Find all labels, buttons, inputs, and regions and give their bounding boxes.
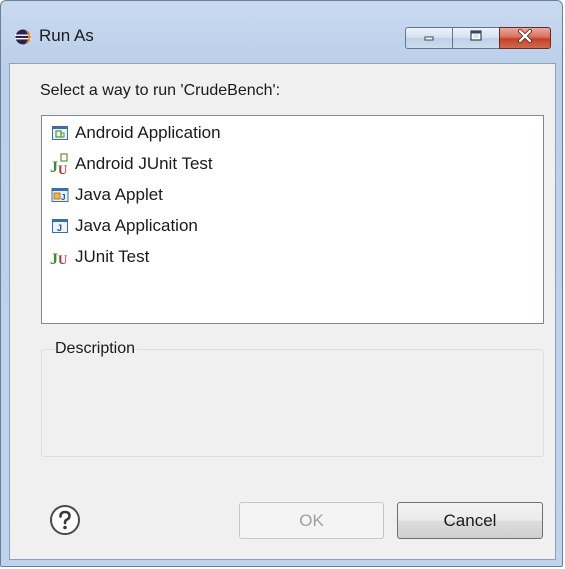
svg-text:J: J bbox=[57, 223, 62, 233]
eclipse-icon bbox=[15, 29, 31, 45]
list-item-label: Android Application bbox=[75, 123, 221, 142]
list-item-java-applet[interactable]: J Java Applet bbox=[50, 182, 163, 208]
cancel-button[interactable]: Cancel bbox=[397, 502, 543, 539]
svg-text:J: J bbox=[61, 193, 65, 202]
launch-type-list[interactable]: Android Application J U Android JUnit Te… bbox=[41, 115, 544, 324]
android-junit-icon: J U bbox=[50, 153, 70, 175]
android-application-icon bbox=[50, 123, 70, 143]
close-button[interactable] bbox=[499, 27, 551, 49]
java-applet-icon: J bbox=[50, 185, 70, 205]
minimize-button[interactable] bbox=[405, 27, 453, 49]
description-label: Description bbox=[55, 340, 138, 358]
close-icon bbox=[517, 28, 533, 48]
minimize-icon bbox=[422, 29, 436, 47]
junit-icon: J U bbox=[50, 247, 70, 267]
list-item-android-junit-test[interactable]: J U Android JUnit Test bbox=[50, 151, 213, 177]
prompt-label: Select a way to run 'CrudeBench': bbox=[40, 82, 281, 99]
help-icon[interactable] bbox=[49, 504, 81, 536]
maximize-icon bbox=[469, 29, 483, 47]
java-application-icon: J bbox=[50, 216, 70, 236]
svg-text:U: U bbox=[58, 252, 68, 267]
dialog-body: Select a way to run 'CrudeBench': Androi… bbox=[9, 63, 556, 560]
title-bar[interactable]: Run As bbox=[1, 1, 562, 63]
description-panel bbox=[41, 349, 544, 457]
list-item-android-application[interactable]: Android Application bbox=[50, 120, 221, 146]
svg-text:J: J bbox=[50, 159, 58, 175]
ok-button[interactable]: OK bbox=[239, 502, 384, 539]
list-item-junit-test[interactable]: J U JUnit Test bbox=[50, 244, 149, 270]
svg-text:U: U bbox=[58, 162, 68, 175]
list-item-label: JUnit Test bbox=[75, 247, 150, 266]
list-item-java-application[interactable]: J Java Application bbox=[50, 213, 198, 239]
list-item-label: Android JUnit Test bbox=[75, 154, 213, 173]
run-as-dialog: Run As Select a way to run 'CrudeBench':… bbox=[0, 0, 563, 567]
svg-text:J: J bbox=[50, 251, 58, 267]
maximize-button[interactable] bbox=[452, 27, 500, 49]
list-item-label: Java Applet bbox=[75, 185, 163, 204]
window-title: Run As bbox=[39, 26, 94, 45]
list-item-label: Java Application bbox=[75, 216, 198, 235]
